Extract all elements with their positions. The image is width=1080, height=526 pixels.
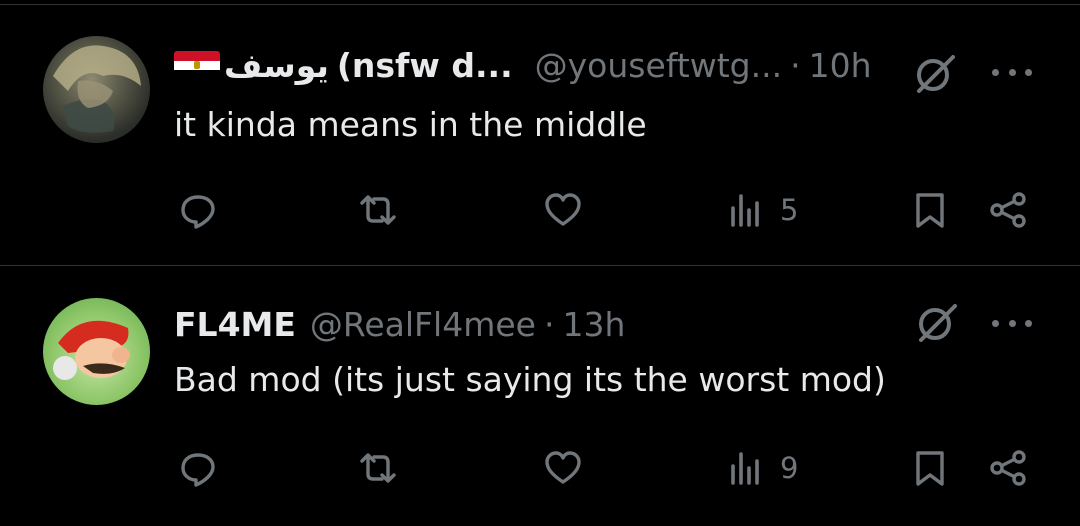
bookmark-button[interactable] [910, 185, 950, 235]
grok-icon[interactable] [913, 51, 957, 95]
more-options-icon[interactable] [992, 313, 1032, 333]
share-button[interactable] [988, 185, 1028, 235]
views-icon [731, 452, 759, 485]
separator-dot: · [543, 304, 555, 344]
bookmark-icon [916, 193, 944, 228]
separator-dot: · [790, 45, 801, 85]
post-actions: 9 [0, 443, 1080, 493]
heart-icon [545, 451, 581, 484]
post-text: Bad mod (its just saying its the worst m… [174, 360, 886, 399]
heart-icon [545, 193, 581, 226]
post[interactable]: يوسف (nsfw d... @youseftwtg... · 10h it … [0, 5, 1080, 265]
reply-icon [181, 453, 215, 487]
avatar[interactable] [43, 298, 150, 405]
repost-button[interactable] [358, 185, 398, 235]
views-icon [731, 194, 759, 227]
bookmark-button[interactable] [910, 443, 950, 493]
views-count: 9 [780, 451, 799, 485]
display-name-arabic[interactable]: يوسف [224, 46, 329, 85]
display-name[interactable]: FL4ME [174, 305, 296, 344]
user-handle[interactable]: @youseftwtg... [535, 46, 782, 85]
display-name[interactable]: (nsfw d... [337, 46, 513, 85]
egypt-flag-icon [174, 51, 220, 79]
repost-icon [360, 453, 396, 483]
grok-icon[interactable] [915, 300, 959, 344]
post[interactable]: FL4ME @RealFl4mee · 13h Bad mod (its jus… [0, 266, 1080, 526]
bookmark-icon [916, 451, 944, 486]
repost-button[interactable] [358, 443, 398, 493]
avatar[interactable] [43, 36, 150, 143]
post-timestamp[interactable]: 10h [809, 46, 872, 85]
post-header: FL4ME @RealFl4mee · 13h [174, 304, 625, 344]
post-text: it kinda means in the middle [174, 105, 647, 144]
views-count: 5 [780, 193, 799, 227]
share-button[interactable] [988, 443, 1028, 493]
post-timestamp[interactable]: 13h [562, 305, 625, 344]
share-icon [990, 450, 1026, 486]
user-handle[interactable]: @RealFl4mee [310, 305, 536, 344]
post-actions: 5 [0, 185, 1080, 235]
reply-icon [181, 195, 215, 229]
like-button[interactable] [543, 443, 583, 493]
repost-icon [360, 195, 396, 225]
share-icon [990, 192, 1026, 228]
views-button[interactable]: 9 [728, 443, 798, 493]
views-button[interactable]: 5 [728, 185, 798, 235]
like-button[interactable] [543, 185, 583, 235]
reply-button[interactable] [178, 185, 218, 235]
post-header: يوسف (nsfw d... @youseftwtg... · 10h [174, 45, 871, 85]
reply-button[interactable] [178, 443, 218, 493]
more-options-icon[interactable] [992, 62, 1032, 82]
